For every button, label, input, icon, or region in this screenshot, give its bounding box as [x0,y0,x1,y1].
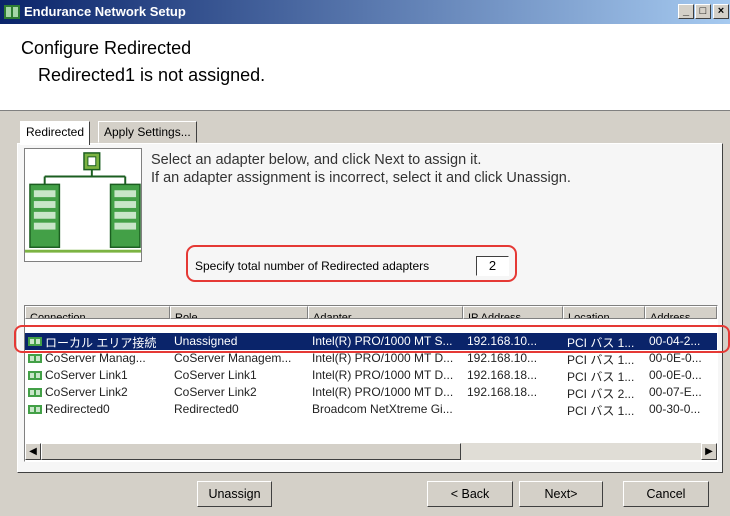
tab-redirected[interactable]: Redirected [20,121,91,145]
cell-location: PCI バス 2... [567,387,635,401]
cell-adapter: Intel(R) PRO/1000 MT D... [312,368,454,382]
adapter-count-field[interactable]: 2 [476,256,509,276]
column-header-role[interactable]: Role [170,306,308,319]
setup-window: Endurance Network Setup _ □ × Configure … [0,0,730,516]
window-title: Endurance Network Setup [24,4,186,19]
title-bar[interactable]: Endurance Network Setup _ □ × [0,0,730,24]
page-subtitle: Redirected1 is not assigned. [38,65,266,85]
table-row-redirected0[interactable]: Redirected0 Redirected0 Broadcom NetXtre… [25,401,717,418]
column-header-adapter[interactable]: Adapter [308,306,463,319]
minimize-button[interactable]: _ [678,4,694,19]
close-icon: × [717,5,725,17]
cell-role: CoServer Link1 [174,368,257,382]
scroll-right-button[interactable]: ▶ [701,443,717,460]
network-adapter-icon [28,388,42,397]
network-app-icon [4,5,20,19]
network-adapter-icon [28,371,42,380]
cell-role: Redirected0 [174,402,239,416]
network-diagram-icon [24,148,142,262]
cell-location: PCI バス 1... [567,353,635,367]
column-header-location[interactable]: Location [563,306,645,319]
wizard-header: Configure Redirected Redirected1 is not … [0,24,730,111]
cancel-button[interactable]: Cancel [623,481,709,507]
cell-role: CoServer Link2 [174,385,257,399]
instructions: Select an adapter below, and click Next … [151,151,571,187]
tab-apply-settings[interactable]: Apply Settings... [98,121,197,143]
minimize-icon: _ [682,5,690,17]
cell-address: 00-30-0... [649,402,701,416]
back-button[interactable]: < Back [427,481,513,507]
column-header-ip-address[interactable]: IP Address [463,306,563,319]
network-adapter-icon [28,405,42,414]
scroll-left-button[interactable]: ◀ [25,443,41,460]
horizontal-scrollbar[interactable]: ◀ ▶ [25,443,717,460]
cell-address: 00-0E-0... [649,351,702,365]
unassign-button[interactable]: Unassign [197,481,272,507]
page-title: Configure Redirected [21,38,192,58]
row-highlight [14,325,730,353]
table-row-coserver-link1[interactable]: CoServer Link1 CoServer Link1 Intel(R) P… [25,367,717,384]
arrow-left-icon: ◀ [29,446,37,457]
cell-connection: Redirected0 [45,402,110,416]
instructions-line-1: Select an adapter below, and click Next … [151,152,482,168]
cell-connection: CoServer Link1 [45,368,128,382]
spec-label: Specify total number of Redirected adapt… [195,259,430,273]
cell-address: 00-07-E... [649,385,702,399]
column-header-address[interactable]: Address [645,306,717,319]
close-button[interactable]: × [713,4,729,19]
arrow-right-icon: ▶ [705,446,713,457]
cell-ip-address: 192.168.18... [467,368,538,382]
maximize-button[interactable]: □ [695,4,711,19]
cell-ip-address: 192.168.10... [467,351,538,365]
column-header-connection[interactable]: Connection [25,306,170,319]
cell-address: 00-0E-0... [649,368,702,382]
network-adapter-icon [28,354,42,363]
instructions-line-2: If an adapter assignment is incorrect, s… [151,170,571,186]
cell-role: CoServer Managem... [174,351,292,365]
cell-location: PCI バス 1... [567,370,635,384]
cell-connection: CoServer Link2 [45,385,128,399]
maximize-icon: □ [699,5,707,17]
next-button[interactable]: Next> [519,481,603,507]
table-row-coserver-link2[interactable]: CoServer Link2 CoServer Link2 Intel(R) P… [25,384,717,401]
cell-adapter: Broadcom NetXtreme Gi... [312,402,453,416]
cell-location: PCI バス 1... [567,404,635,418]
cell-ip-address: 192.168.18... [467,385,538,399]
cell-adapter: Intel(R) PRO/1000 MT D... [312,385,454,399]
scroll-thumb[interactable] [41,443,461,460]
cell-connection: CoServer Manag... [45,351,146,365]
cell-adapter: Intel(R) PRO/1000 MT D... [312,351,454,365]
